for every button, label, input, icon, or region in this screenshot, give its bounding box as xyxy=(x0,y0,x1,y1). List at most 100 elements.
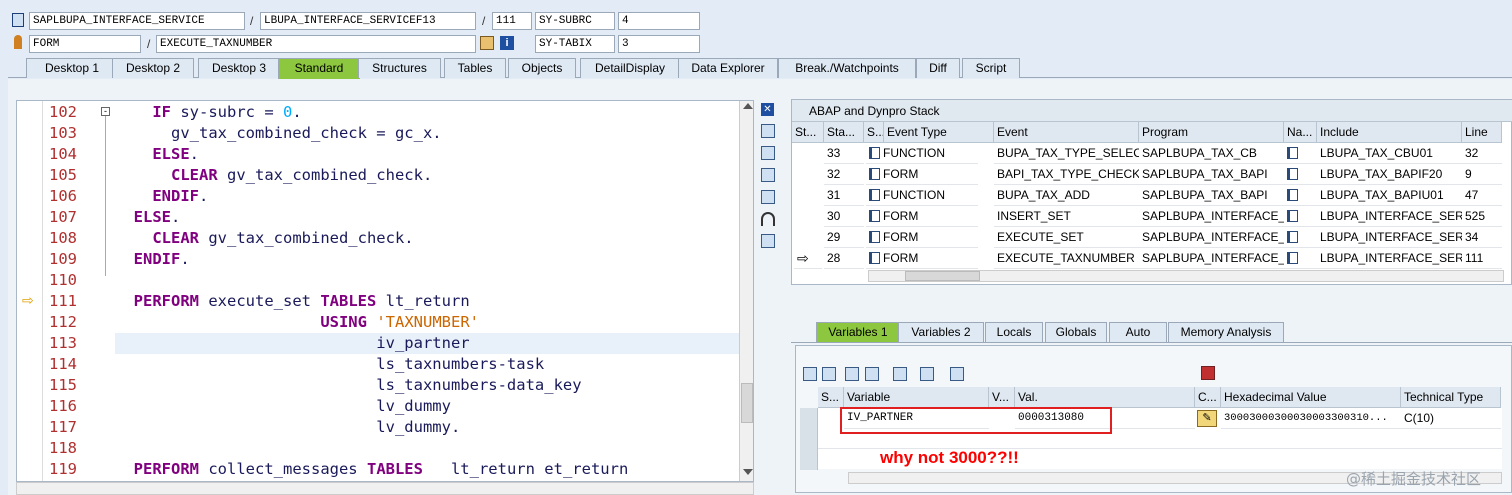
tab-variables-1[interactable]: Variables 1 xyxy=(816,322,900,342)
tab-desktop-3[interactable]: Desktop 3 xyxy=(198,58,280,78)
tab-variables-2[interactable]: Variables 2 xyxy=(898,322,984,342)
var-col-header[interactable]: S... xyxy=(818,387,844,408)
source-code-editor[interactable]: - ⇨ 102 IF sy-subrc = 0. 103 gv_tax_comb… xyxy=(16,100,754,482)
scroll-up-icon[interactable] xyxy=(743,103,753,109)
include-field[interactable]: LBUPA_INTERFACE_SERVICEF13 xyxy=(260,12,476,30)
var-col-header[interactable]: Technical Type xyxy=(1401,387,1501,408)
table-row[interactable]: 33 FUNCTION BUPA_TAX_TYPE_SELEC... SAPLB… xyxy=(792,143,1502,164)
separator: / xyxy=(250,14,254,28)
var-col-header[interactable]: C... xyxy=(1195,387,1221,408)
var-col-header[interactable]: Variable xyxy=(844,387,989,408)
maximize-tool-icon[interactable] xyxy=(761,168,775,182)
hierarchy-icon[interactable] xyxy=(893,367,907,381)
watermark: @稀土掘金技术社区 xyxy=(1346,470,1482,488)
save-icon[interactable] xyxy=(1201,366,1215,380)
navigate-icon[interactable] xyxy=(1287,252,1298,264)
info-icon[interactable]: i xyxy=(500,36,514,50)
tab-script[interactable]: Script xyxy=(962,58,1020,78)
tab-structures[interactable]: Structures xyxy=(358,58,441,78)
code-line: 111 PERFORM execute_set TABLES lt_return xyxy=(49,292,470,310)
navigate-icon[interactable] xyxy=(1287,168,1298,180)
headset-tool-icon[interactable] xyxy=(761,212,775,226)
tab-auto[interactable]: Auto xyxy=(1109,322,1167,342)
services-tool-icon[interactable] xyxy=(761,234,775,248)
navigate-icon[interactable] xyxy=(1287,147,1298,159)
col-header[interactable]: Na... xyxy=(1284,122,1317,143)
replace-tool-icon[interactable] xyxy=(761,146,775,160)
program-field[interactable]: SAPLBUPA_INTERFACE_SERVICE xyxy=(29,12,245,30)
table-row[interactable]: 32 FORM BAPI_TAX_TYPE_CHECK SAPLBUPA_TAX… xyxy=(792,164,1502,185)
form-icon xyxy=(869,189,880,201)
table-row[interactable]: 30 FORM INSERT_SET SAPLBUPA_INTERFACE_..… xyxy=(792,206,1502,227)
col-header[interactable]: Event Type xyxy=(884,122,994,143)
ribbon-icon xyxy=(14,35,22,49)
code-line: 118 xyxy=(49,439,77,457)
var-col-header[interactable]: V... xyxy=(989,387,1015,408)
code-line: 108 CLEAR gv_tax_combined_check. xyxy=(49,229,414,247)
sysvar2-name[interactable]: SY-TABIX xyxy=(535,35,615,53)
tab-standard[interactable]: Standard xyxy=(278,58,360,79)
code-line: 102 IF sy-subrc = 0. xyxy=(49,103,302,121)
insert-icon[interactable] xyxy=(845,367,859,381)
var-col-header[interactable]: Hexadecimal Value xyxy=(1221,387,1401,408)
code-line: 114 ls_taxnumbers-task xyxy=(49,355,545,373)
code-line: 110 xyxy=(49,271,77,289)
tab-breakpoints[interactable]: Break./Watchpoints xyxy=(778,58,916,78)
col-header[interactable]: Program xyxy=(1139,122,1284,143)
editor-horizontal-scrollbar[interactable] xyxy=(16,482,754,495)
code-line: 104 ELSE. xyxy=(49,145,199,163)
display-source-icon[interactable] xyxy=(480,36,494,50)
current-frame-arrow-icon: ⇨ xyxy=(794,248,822,269)
code-line: 106 ENDIF. xyxy=(49,187,209,205)
new-tool-icon[interactable] xyxy=(761,124,775,138)
copy-icon[interactable] xyxy=(950,367,964,381)
event-field[interactable]: EXECUTE_TAXNUMBER xyxy=(156,35,476,53)
swap-tool-icon[interactable] xyxy=(761,190,775,204)
scroll-down-icon[interactable] xyxy=(743,469,753,475)
navigate-icon[interactable] xyxy=(1287,189,1298,201)
col-header[interactable]: St... xyxy=(792,122,824,143)
sysvar1-name[interactable]: SY-SUBRC xyxy=(535,12,615,30)
col-header[interactable]: Line xyxy=(1462,122,1502,143)
tab-tables[interactable]: Tables xyxy=(444,58,506,78)
edit-pencil-icon[interactable]: ✎ xyxy=(1197,410,1217,427)
sysvar1-value[interactable]: 4 xyxy=(618,12,700,30)
navigate-icon[interactable] xyxy=(1287,210,1298,222)
stack-scroll-thumb[interactable] xyxy=(905,271,980,281)
annotation-text: why not 3000??!! xyxy=(880,448,1019,467)
move-icon[interactable] xyxy=(920,367,934,381)
grid-icon[interactable] xyxy=(865,367,879,381)
table-row[interactable]: 31 FUNCTION BUPA_TAX_ADD SAPLBUPA_TAX_BA… xyxy=(792,185,1502,206)
tab-globals[interactable]: Globals xyxy=(1045,322,1107,342)
tab-desktop-2[interactable]: Desktop 2 xyxy=(112,58,194,78)
code-line: 117 lv_dummy. xyxy=(49,418,461,436)
editor-vertical-scrollbar[interactable] xyxy=(739,101,753,481)
event-type-field[interactable]: FORM xyxy=(29,35,141,53)
tab-objects[interactable]: Objects xyxy=(508,58,576,78)
tab-desktop-1[interactable]: Desktop 1 xyxy=(26,58,118,78)
tab-memory-analysis[interactable]: Memory Analysis xyxy=(1168,322,1284,342)
code-line: 105 CLEAR gv_tax_combined_check. xyxy=(49,166,433,184)
tab-data-explorer[interactable]: Data Explorer xyxy=(678,58,778,78)
line-field[interactable]: 111 xyxy=(492,12,532,30)
hex-value: 30003000300030003300310... xyxy=(1221,408,1401,429)
row-selector-column[interactable] xyxy=(800,408,818,470)
table-row[interactable]: 29 FORM EXECUTE_SET SAPLBUPA_INTERFACE_.… xyxy=(792,227,1502,248)
close-tool-icon[interactable]: ✕ xyxy=(761,103,774,116)
col-header[interactable]: Sta... xyxy=(824,122,864,143)
sysvar2-value[interactable]: 3 xyxy=(618,35,700,53)
delete-icon[interactable] xyxy=(803,367,817,381)
var-col-header[interactable]: Val. xyxy=(1015,387,1195,408)
load-icon[interactable] xyxy=(822,367,836,381)
tab-detail-display[interactable]: DetailDisplay xyxy=(580,58,680,78)
form-icon xyxy=(869,210,880,222)
navigate-icon[interactable] xyxy=(1287,231,1298,243)
debugger-tab-bar: Desktop 1 Desktop 2 Desktop 3 Standard S… xyxy=(8,58,1512,79)
tab-diff[interactable]: Diff xyxy=(916,58,960,78)
table-row[interactable]: ⇨ 28 FORM EXECUTE_TAXNUMBER SAPLBUPA_INT… xyxy=(792,248,1502,269)
col-header[interactable]: S... xyxy=(864,122,884,143)
col-header[interactable]: Include xyxy=(1317,122,1462,143)
tab-locals[interactable]: Locals xyxy=(985,322,1043,342)
col-header[interactable]: Event xyxy=(994,122,1139,143)
scroll-thumb[interactable] xyxy=(741,383,753,423)
